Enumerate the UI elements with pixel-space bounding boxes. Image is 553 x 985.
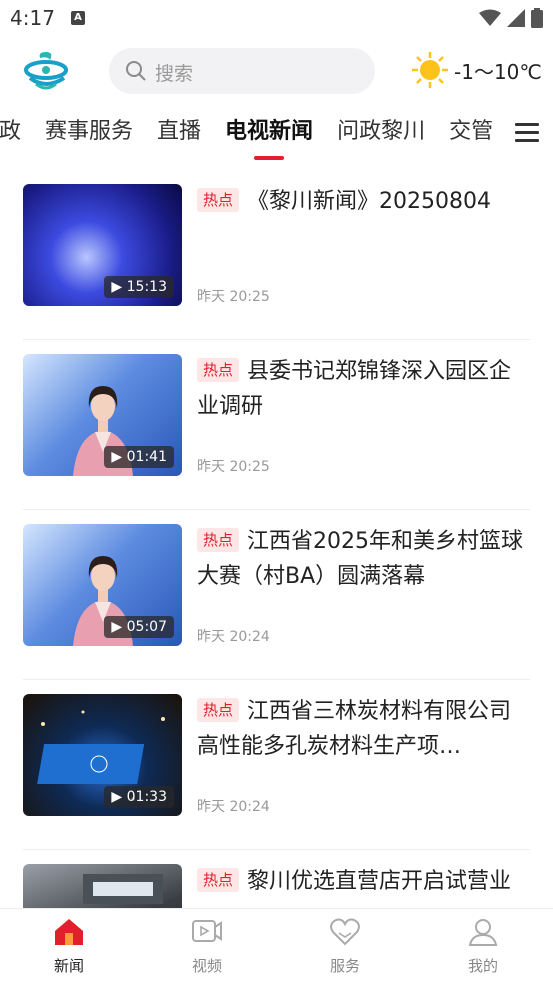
news-time: 昨天 20:24 [197, 629, 270, 645]
news-item[interactable]: 热点 黎川优选直营店开启试营业 [23, 850, 530, 908]
news-title-text: 《黎川新闻》20250804 [247, 189, 491, 214]
system-icons [479, 8, 543, 28]
play-icon: ▶ [111, 789, 123, 805]
app-logo-icon [24, 52, 68, 90]
video-duration: ▶ 15:13 [104, 276, 174, 298]
news-title-text: 县委书记郑锦锋深入园区企业调研 [197, 359, 512, 419]
category-tabs: 政赛事服务 直播 电视新闻 问政黎川 交管 [0, 110, 553, 160]
search-placeholder: 搜索 [155, 63, 194, 85]
wifi-icon [479, 9, 501, 26]
menu-icon[interactable] [515, 123, 539, 143]
news-thumbnail[interactable]: ▶ 01:41 [23, 354, 182, 476]
play-icon: ▶ [111, 279, 123, 295]
news-info: 热点 江西省2025年和美乡村篮球大赛（村BA）圆满落幕 [197, 524, 531, 594]
news-info: 热点 江西省三林炭材料有限公司高性能多孔炭材料生产项… [197, 694, 531, 764]
tab-2[interactable]: 直播 [145, 110, 213, 154]
news-title[interactable]: 热点 《黎川新闻》20250804 [197, 184, 531, 219]
hot-badge: 热点 [197, 868, 240, 892]
nav-label: 新闻 [53, 957, 84, 975]
tab-track: 政赛事服务 直播 电视新闻 问政黎川 交管 [0, 110, 505, 160]
play-icon: ▶ [111, 619, 123, 635]
tab-3[interactable]: 电视新闻 [213, 110, 325, 160]
hot-badge: 热点 [197, 528, 240, 552]
video-duration: ▶ 01:33 [104, 786, 174, 808]
news-title[interactable]: 热点 江西省三林炭材料有限公司高性能多孔炭材料生产项… [197, 694, 531, 764]
home-icon [29, 917, 109, 951]
play-icon: ▶ [111, 449, 123, 465]
heart-icon [305, 917, 385, 951]
news-info: 热点 县委书记郑锦锋深入园区企业调研 [197, 354, 531, 424]
weather-widget[interactable]: -1～10℃ [410, 50, 542, 90]
tab-4[interactable]: 问政黎川 [325, 110, 437, 154]
hot-badge: 热点 [197, 188, 240, 212]
hot-badge: 热点 [197, 358, 240, 382]
nav-label: 视频 [191, 957, 222, 975]
news-info: 热点 黎川优选直营店开启试营业 [197, 864, 531, 899]
duration-text: 01:33 [126, 789, 167, 805]
duration-text: 05:07 [126, 619, 167, 635]
news-item[interactable]: ▶ 15:13 热点 《黎川新闻》20250804 昨天 20:25 [23, 170, 530, 340]
nav-heart[interactable]: 服务 [305, 917, 385, 976]
news-title-text: 黎川优选直营店开启试营业 [247, 869, 512, 894]
app-header: 搜索 -1～10℃ [0, 40, 553, 102]
news-thumbnail[interactable]: ▶ 15:13 [23, 184, 182, 306]
news-time: 昨天 20:24 [197, 799, 270, 815]
sun-icon [412, 52, 448, 88]
nav-label: 我的 [467, 957, 498, 975]
video-icon [167, 917, 247, 951]
news-title[interactable]: 热点 县委书记郑锦锋深入园区企业调研 [197, 354, 531, 424]
nav-label: 服务 [329, 957, 360, 975]
notification-icon: A [71, 11, 85, 25]
video-duration: ▶ 05:07 [104, 616, 174, 638]
news-title-text: 江西省三林炭材料有限公司高性能多孔炭材料生产项… [197, 699, 512, 759]
news-time: 昨天 20:25 [197, 459, 270, 475]
nav-video[interactable]: 视频 [167, 917, 247, 976]
news-thumbnail[interactable] [23, 864, 182, 908]
battery-icon [531, 8, 543, 28]
status-time: 4:17 [10, 6, 55, 30]
nav-home[interactable]: 新闻 [29, 917, 109, 976]
signal-icon [507, 9, 525, 27]
news-thumbnail[interactable]: ▶ 01:33 [23, 694, 182, 816]
status-bar: 4:17 A [0, 0, 553, 38]
hot-badge: 热点 [197, 698, 240, 722]
news-thumbnail[interactable]: ▶ 05:07 [23, 524, 182, 646]
news-item[interactable]: ▶ 05:07 热点 江西省2025年和美乡村篮球大赛（村BA）圆满落幕昨天 20:… [23, 510, 530, 680]
store-front-image [83, 874, 163, 904]
duration-text: 01:41 [126, 449, 167, 465]
user-icon [443, 917, 523, 951]
search-bar[interactable]: 搜索 [109, 48, 375, 94]
tab-1[interactable]: 赛事服务 [33, 110, 145, 154]
nav-user[interactable]: 我的 [443, 917, 523, 976]
search-icon [126, 61, 146, 81]
news-info: 热点 《黎川新闻》20250804 [197, 184, 531, 219]
tab-0[interactable]: 政 [0, 110, 33, 154]
news-list: ▶ 15:13 热点 《黎川新闻》20250804 昨天 20:25 ▶ 01:41 热点… [0, 170, 553, 908]
weather-temp: -1～10℃ [454, 59, 542, 84]
news-title[interactable]: 热点 江西省2025年和美乡村篮球大赛（村BA）圆满落幕 [197, 524, 531, 594]
duration-text: 15:13 [126, 279, 167, 295]
news-title[interactable]: 热点 黎川优选直营店开启试营业 [197, 864, 531, 899]
news-title-text: 江西省2025年和美乡村篮球大赛（村BA）圆满落幕 [197, 529, 524, 589]
bottom-nav: 新闻 视频 服务 我的 [0, 908, 553, 985]
news-item[interactable]: ▶ 01:33 热点 江西省三林炭材料有限公司高性能多孔炭材料生产项… 昨天 20:2… [23, 680, 530, 850]
video-duration: ▶ 01:41 [104, 446, 174, 468]
news-item[interactable]: ▶ 01:41 热点 县委书记郑锦锋深入园区企业调研昨天 20:25 [23, 340, 530, 510]
news-time: 昨天 20:25 [197, 289, 270, 305]
